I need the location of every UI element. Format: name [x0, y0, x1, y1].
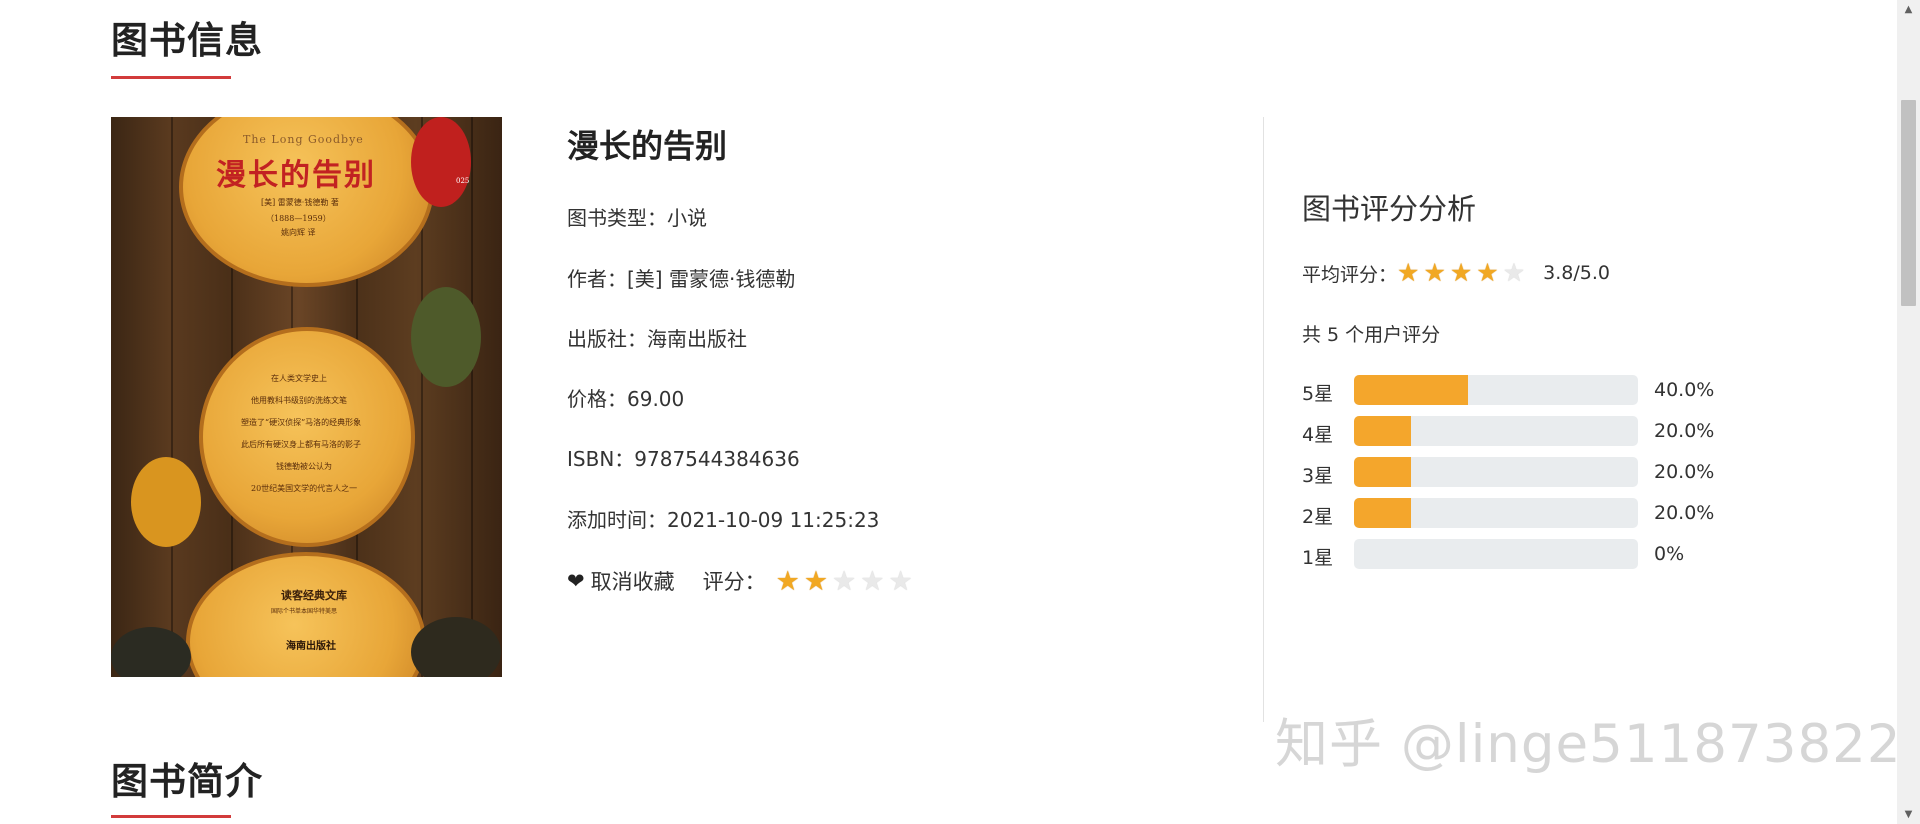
cover-publisher-logo: 海南出版社: [286, 641, 336, 652]
cover-library-sub: 国际个书单本国华特美思: [271, 608, 338, 615]
rating-panel-title: 图书评分分析: [1302, 192, 1477, 226]
cover-chinese-title: 漫长的告别: [216, 158, 376, 193]
cover-author-line: [美] 雷蒙德·钱德勒 著: [261, 198, 339, 207]
cover-translator-line: 姚向辉 译: [281, 228, 316, 237]
rating-bar-row: 1星 0%: [1302, 539, 1762, 569]
cover-blurb-line: 钱德勒被公认为: [276, 462, 332, 471]
rating-bar-percent: 20.0%: [1654, 420, 1715, 442]
column-divider: [1263, 117, 1264, 722]
section-underline: [111, 815, 231, 818]
book-price: 价格：69.00: [567, 387, 685, 411]
watermark: 知乎 @linge511873822: [1275, 714, 1902, 775]
cover-badge-number: 025: [456, 177, 470, 185]
cover-blurb-line: 此后所有硬汉身上都有马洛的影子: [241, 440, 361, 449]
book-type: 图书类型：小说: [567, 206, 707, 230]
rating-bar-row: 3星 20.0%: [1302, 457, 1762, 487]
rating-bar-label: 2星: [1302, 506, 1334, 528]
section-underline: [111, 76, 231, 79]
cover-figure-bottom-left: [111, 627, 191, 677]
unfavorite-button[interactable]: 取消收藏: [591, 566, 675, 596]
rating-bar-track: [1354, 539, 1638, 569]
star-icon[interactable]: ★: [888, 566, 912, 597]
section-title-book-intro: 图书简介: [111, 760, 263, 803]
star-icon: ★: [1476, 258, 1499, 287]
rating-bar-row: 4星 20.0%: [1302, 416, 1762, 446]
star-icon: ★: [1423, 258, 1446, 287]
cover-chair: [131, 457, 201, 547]
star-icon[interactable]: ★: [832, 566, 856, 597]
book-publisher: 出版社：海南出版社: [567, 327, 747, 351]
user-rating-stars[interactable]: ★ ★ ★ ★ ★: [776, 568, 917, 595]
cover-blurb-line: 在人类文学史上: [271, 374, 327, 383]
cover-blurb-line: 塑造了“硬汉侦探”马洛的经典形象: [241, 418, 362, 427]
cover-blurb-line: 20世纪美国文学的代言人之一: [251, 484, 358, 493]
star-icon[interactable]: ★: [860, 566, 884, 597]
star-icon[interactable]: ★: [776, 566, 800, 597]
star-icon: ★: [1397, 258, 1420, 287]
rating-bar-track: [1354, 457, 1638, 487]
star-icon: ★: [1502, 258, 1526, 287]
rating-bar-track: [1354, 416, 1638, 446]
average-rating-stars: ★ ★ ★ ★ ★: [1397, 260, 1529, 286]
rating-bar-fill: [1354, 375, 1468, 405]
scroll-up-arrow-icon[interactable]: ▲: [1897, 4, 1920, 15]
rating-bar-percent: 20.0%: [1654, 461, 1715, 483]
rating-bar-percent: 0%: [1654, 543, 1685, 565]
rating-bar-track: [1354, 498, 1638, 528]
star-icon[interactable]: ★: [804, 566, 828, 597]
book-cover-image: The Long Goodbye 漫长的告别 [美] 雷蒙德·钱德勒 著 （18…: [111, 117, 502, 677]
cover-blurb-line: 他用教科书级别的洗练文笔: [251, 396, 347, 405]
rating-bar-fill: [1354, 498, 1411, 528]
cover-years-line: （1888—1959）: [266, 214, 331, 223]
heart-icon[interactable]: ❤: [567, 569, 585, 593]
rating-bar-fill: [1354, 416, 1411, 446]
rating-bar-percent: 40.0%: [1654, 379, 1715, 401]
average-rating-value: 3.8/5.0: [1543, 262, 1610, 284]
rating-bar-label: 3星: [1302, 465, 1334, 487]
rating-bar-label: 4星: [1302, 424, 1334, 446]
book-title: 漫长的告别: [567, 127, 728, 165]
section-title-book-info: 图书信息: [111, 19, 263, 62]
rating-bar-row: 2星 20.0%: [1302, 498, 1762, 528]
rating-bar-label: 1星: [1302, 547, 1334, 569]
cover-figure-hat-man: [411, 287, 481, 387]
cover-figure-red-dress: [411, 117, 471, 207]
book-actions: ❤ 取消收藏 评分： ★ ★ ★ ★ ★: [567, 566, 917, 596]
cover-table-middle: [199, 327, 415, 547]
rating-bar-label: 5星: [1302, 383, 1334, 405]
book-added-time: 添加时间：2021-10-09 11:25:23: [567, 508, 880, 532]
cover-figure-bottom-right: [411, 617, 501, 677]
book-author: 作者：[美] 雷蒙德·钱德勒: [567, 267, 796, 291]
average-rating-label: 平均评分：: [1302, 263, 1398, 286]
rating-bar-percent: 20.0%: [1654, 502, 1715, 524]
scrollbar-thumb[interactable]: [1901, 100, 1916, 306]
star-icon: ★: [1449, 258, 1473, 287]
vertical-scrollbar[interactable]: ▲ ▼: [1897, 0, 1920, 824]
total-ratings-count: 共 5 个用户评分: [1302, 324, 1441, 346]
cover-library-name: 读客经典文库: [281, 589, 347, 602]
rate-label: 评分：: [702, 570, 766, 594]
scroll-down-arrow-icon[interactable]: ▼: [1897, 809, 1920, 820]
book-isbn: ISBN：9787544384636: [567, 447, 800, 471]
rating-bar-fill: [1354, 457, 1411, 487]
rating-bar-row: 5星 40.0%: [1302, 375, 1762, 405]
rating-bar-track: [1354, 375, 1638, 405]
cover-english-title: The Long Goodbye: [243, 133, 364, 146]
average-rating-row: 平均评分： ★ ★ ★ ★ ★ 3.8/5.0: [1302, 258, 1610, 288]
